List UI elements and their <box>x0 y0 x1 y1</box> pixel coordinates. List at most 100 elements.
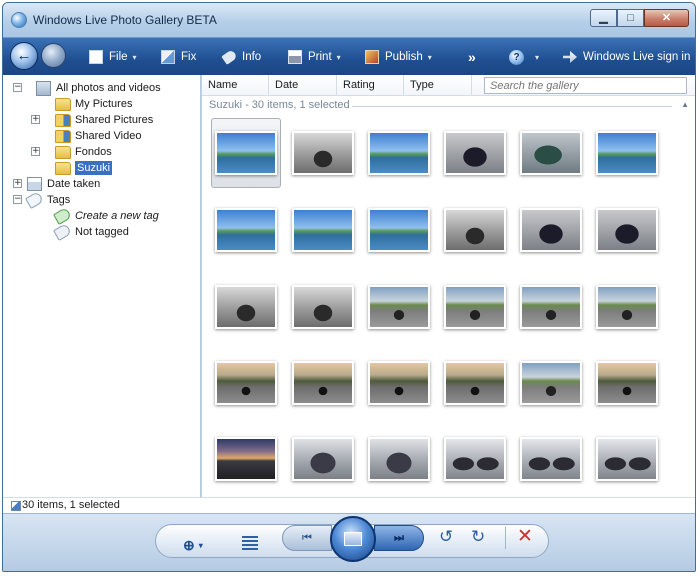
status-bar: 30 items, 1 selected <box>3 497 695 513</box>
chevron-down-icon: ▾ <box>535 52 540 62</box>
photo-thumbnail[interactable] <box>364 424 434 494</box>
photo-image <box>215 285 277 329</box>
photo-thumbnail[interactable] <box>592 195 662 265</box>
delete-button[interactable]: ✕ <box>517 525 533 547</box>
photo-image <box>596 131 658 175</box>
expand-icon[interactable]: + <box>13 179 22 188</box>
tree-item-not-tagged[interactable]: Not tagged <box>53 223 129 241</box>
file-menu[interactable]: File ▾ <box>89 38 137 76</box>
status-photo-icon <box>11 501 21 511</box>
expand-icon[interactable]: + <box>31 147 40 156</box>
photo-thumbnail[interactable] <box>516 272 586 342</box>
photo-image <box>596 361 658 405</box>
photo-thumbnail[interactable] <box>516 195 586 265</box>
tree-label: Not tagged <box>75 226 129 238</box>
rotate-right-button[interactable]: ↻ <box>471 527 485 547</box>
column-header-type[interactable]: Type <box>404 75 472 96</box>
photo-image <box>368 208 430 252</box>
tree-item-all-photos[interactable]: − All photos and videos <box>13 80 161 96</box>
zoom-button[interactable]: ⊕ ▾ <box>183 536 203 554</box>
photo-image <box>520 437 582 481</box>
not-tagged-icon <box>53 223 72 241</box>
next-button[interactable]: ⏭ <box>374 525 424 551</box>
photo-thumbnail[interactable] <box>592 272 662 342</box>
photo-thumbnail[interactable] <box>364 348 434 418</box>
previous-button[interactable]: ⏮ <box>282 525 332 551</box>
collapse-icon[interactable]: − <box>13 195 22 204</box>
photo-image <box>444 361 506 405</box>
tree-label: Shared Pictures <box>75 114 154 126</box>
tree-item-tags[interactable]: − Tags <box>13 191 71 209</box>
photo-thumbnail[interactable] <box>364 272 434 342</box>
photo-image <box>368 131 430 175</box>
photo-thumbnail[interactable] <box>364 118 434 188</box>
photo-thumbnail[interactable] <box>211 424 281 494</box>
photo-thumbnail[interactable] <box>211 118 281 188</box>
print-menu[interactable]: Print ▾ <box>288 38 341 76</box>
photo-thumbnail[interactable] <box>288 424 358 494</box>
signin-arrow-icon <box>563 51 577 63</box>
tree-label: All photos and videos <box>56 82 161 94</box>
info-button[interactable]: Info <box>221 38 261 76</box>
column-header-rating[interactable]: Rating <box>337 75 404 96</box>
photo-image <box>596 208 658 252</box>
collapse-icon[interactable]: − <box>13 83 22 92</box>
photo-thumbnail[interactable] <box>288 272 358 342</box>
tree-item-fondos[interactable]: + Fondos <box>31 144 112 160</box>
photo-thumbnail[interactable] <box>440 118 510 188</box>
tree-item-shared-video[interactable]: Shared Video <box>55 128 141 144</box>
scroll-up-icon[interactable]: ▲ <box>681 100 689 109</box>
photo-thumbnail[interactable] <box>288 348 358 418</box>
rotate-left-button[interactable]: ↺ <box>439 527 453 547</box>
windows-live-signin-button[interactable]: Windows Live sign in <box>563 38 690 76</box>
chevron-down-icon: ▾ <box>336 52 341 62</box>
tree-item-my-pictures[interactable]: My Pictures <box>55 96 132 112</box>
photo-thumbnail[interactable] <box>516 348 586 418</box>
tree-item-create-new-tag[interactable]: Create a new tag <box>53 207 159 225</box>
photo-thumbnail[interactable] <box>211 272 281 342</box>
photo-image <box>444 208 506 252</box>
photo-thumbnail[interactable] <box>288 195 358 265</box>
fix-button[interactable]: Fix <box>161 38 196 76</box>
forward-button[interactable] <box>41 43 66 68</box>
change-view-icon[interactable] <box>242 536 258 552</box>
photo-thumbnail[interactable] <box>440 195 510 265</box>
photo-thumbnail[interactable] <box>592 348 662 418</box>
folder-icon <box>55 145 71 159</box>
photo-image <box>368 437 430 481</box>
tree-item-shared-pictures[interactable]: + Shared Pictures <box>31 112 153 128</box>
maximize-button[interactable]: □ <box>617 9 644 27</box>
help-menu[interactable]: ? ▾ <box>509 38 539 76</box>
column-header-name[interactable]: Name <box>202 75 269 96</box>
photo-image <box>520 131 582 175</box>
back-button[interactable]: ← <box>10 42 38 70</box>
photo-thumbnail[interactable] <box>516 118 586 188</box>
photo-image <box>292 131 354 175</box>
search-input[interactable] <box>484 77 687 94</box>
close-button[interactable]: ✕ <box>644 9 689 27</box>
photo-thumbnail[interactable] <box>211 195 281 265</box>
tree-item-date-taken[interactable]: + Date taken <box>13 176 100 192</box>
photo-thumbnail[interactable] <box>516 424 586 494</box>
photo-thumbnail[interactable] <box>440 272 510 342</box>
tree-label: Tags <box>47 194 71 206</box>
photo-image <box>596 285 658 329</box>
publish-menu[interactable]: Publish ▾ <box>365 38 432 76</box>
app-window: Windows Live Photo Gallery BETA ▁ □ ✕ ← … <box>2 2 696 572</box>
expand-icon[interactable]: + <box>31 115 40 124</box>
photo-thumbnail[interactable] <box>592 424 662 494</box>
photo-thumbnail[interactable] <box>440 424 510 494</box>
photo-image <box>292 285 354 329</box>
photo-thumbnail[interactable] <box>592 118 662 188</box>
photo-thumbnail[interactable] <box>211 348 281 418</box>
chevron-down-icon: ▾ <box>198 540 203 550</box>
photo-thumbnail[interactable] <box>364 195 434 265</box>
column-header-date[interactable]: Date <box>269 75 337 96</box>
more-commands-button[interactable]: » <box>468 38 476 76</box>
photo-thumbnail[interactable] <box>440 348 510 418</box>
tree-item-suzuki[interactable]: Suzuki <box>55 160 113 176</box>
play-slideshow-button[interactable] <box>330 516 376 562</box>
minimize-button[interactable]: ▁ <box>590 9 617 27</box>
photo-image <box>292 208 354 252</box>
photo-thumbnail[interactable] <box>288 118 358 188</box>
